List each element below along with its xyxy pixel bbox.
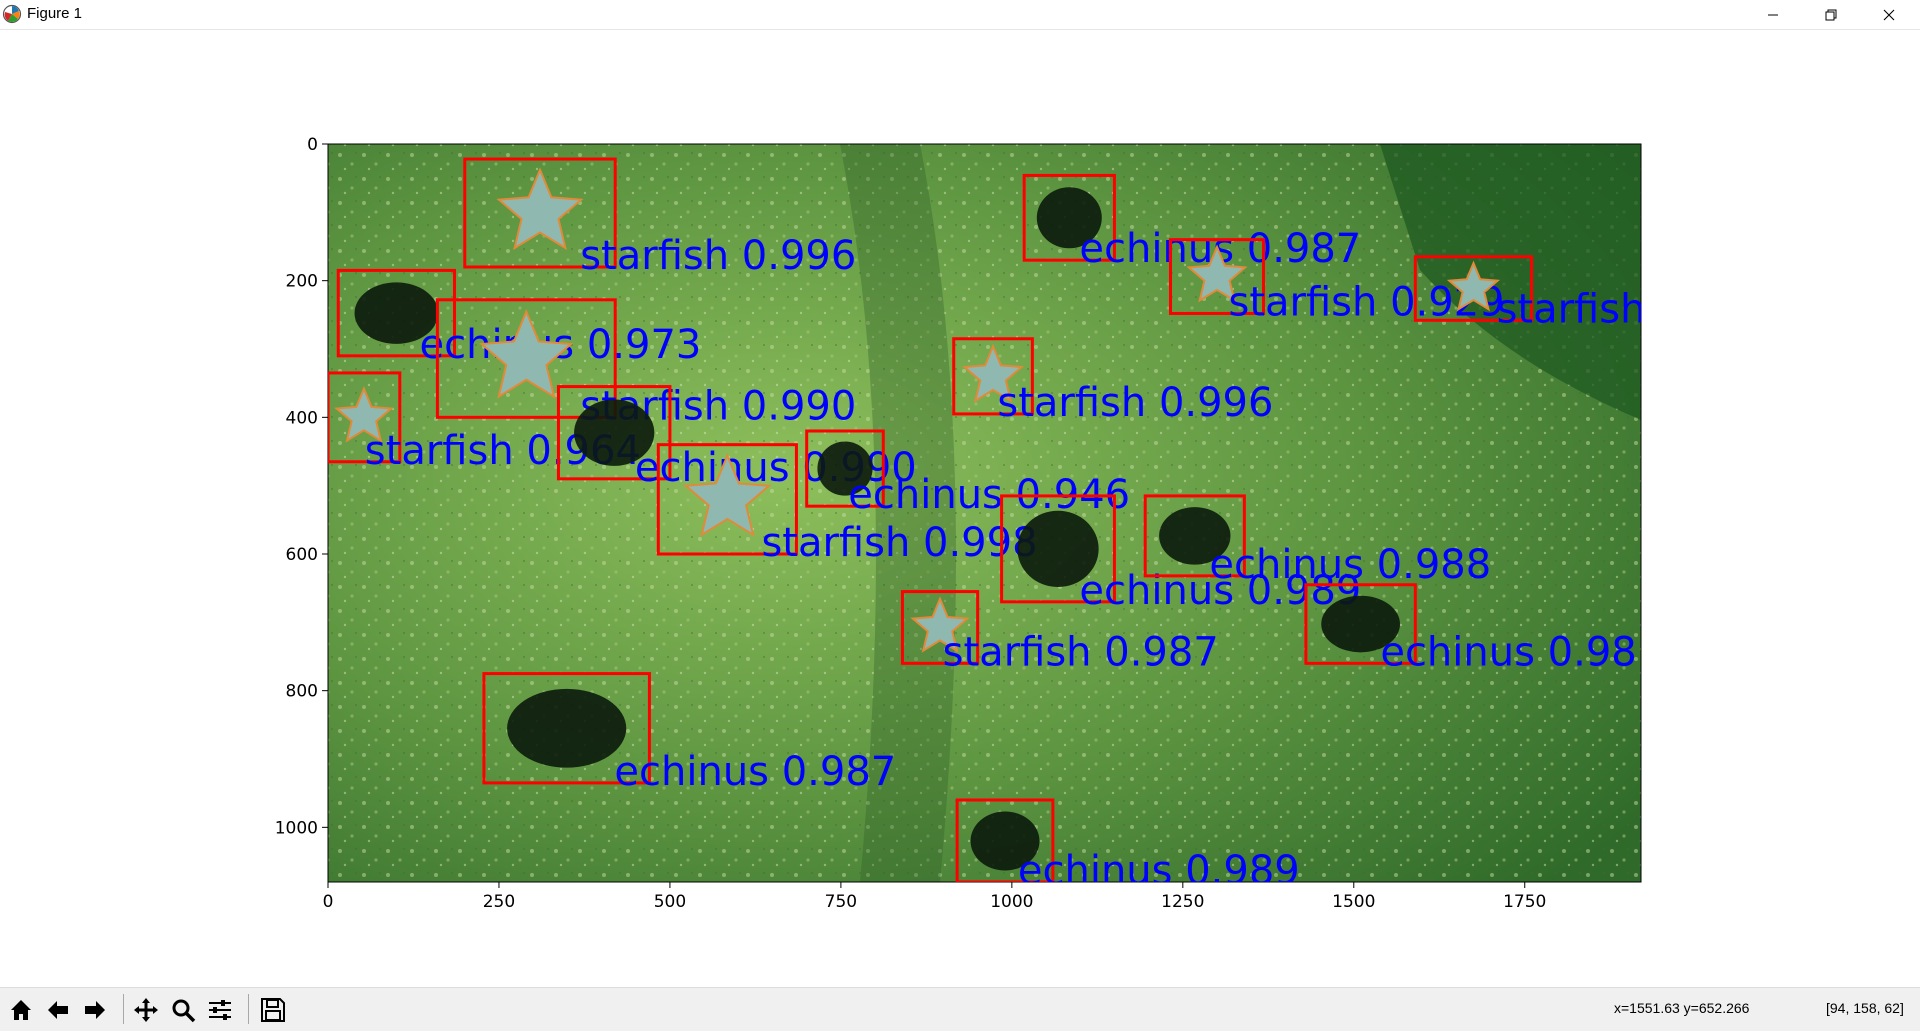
- arrow-right-icon: [85, 1001, 105, 1019]
- figure-canvas[interactable]: 0 250 500 750 1000 1250 1500 1750 0 200 400 600 800…: [0, 30, 1920, 987]
- restore-icon: [1825, 9, 1837, 20]
- x-tick-label: 1250: [1161, 892, 1204, 912]
- navigation-toolbar: x=1551.63 y=652.266 [94, 158, 62]: [0, 987, 1920, 1031]
- x-tick-label: 1750: [1503, 892, 1546, 912]
- x-tick-label: 1000: [990, 892, 1033, 912]
- forward-button[interactable]: [78, 993, 112, 1027]
- minimize-button[interactable]: [1744, 0, 1802, 29]
- x-tick-label: 500: [654, 892, 686, 912]
- detection-label: echinus 0.987: [614, 749, 896, 795]
- sea-urchin: [507, 688, 627, 768]
- detection-label: starfish 0.998: [761, 520, 1037, 566]
- move-icon: [134, 998, 158, 1022]
- pan-button[interactable]: [129, 993, 163, 1027]
- toolbar-separator: [123, 994, 124, 1024]
- close-button[interactable]: [1860, 0, 1918, 29]
- y-tick-label: 800: [286, 682, 318, 702]
- back-button[interactable]: [41, 993, 75, 1027]
- x-tick-label: 1500: [1332, 892, 1375, 912]
- home-icon: [11, 1000, 31, 1020]
- y-tick-label: 400: [286, 408, 318, 428]
- x-axis: 0 250 500 750 1000 1250 1500 1750: [323, 882, 1546, 912]
- detection-label: starfish 0.987: [943, 629, 1219, 675]
- sliders-icon: [209, 1000, 231, 1020]
- x-tick-label: 0: [323, 892, 334, 912]
- configure-subplots-button[interactable]: [203, 993, 237, 1027]
- matplotlib-logo-icon: [2, 4, 22, 24]
- arrow-left-icon: [48, 1001, 68, 1019]
- y-tick-label: 0: [307, 135, 318, 155]
- save-button[interactable]: [256, 993, 290, 1027]
- cursor-coordinates: x=1551.63 y=652.266: [1614, 1000, 1750, 1016]
- y-tick-label: 600: [286, 545, 318, 565]
- toolbar-separator: [248, 994, 249, 1024]
- detection-label: echinus 0.98: [1380, 629, 1636, 675]
- detection-label: starfish 0.996: [580, 233, 856, 279]
- detection-label: starfish: [1497, 286, 1646, 332]
- window-title: Figure 1: [27, 5, 83, 22]
- close-icon: [1883, 9, 1895, 20]
- y-tick-label: 200: [286, 272, 318, 292]
- minimize-icon: [1768, 14, 1778, 15]
- x-tick-label: 750: [825, 892, 857, 912]
- zoom-button[interactable]: [166, 993, 200, 1027]
- detection-label: starfish 0.996: [997, 380, 1273, 426]
- home-button[interactable]: [4, 993, 38, 1027]
- x-tick-label: 250: [483, 892, 515, 912]
- plot-area: 0 250 500 750 1000 1250 1500 1750 0 200 400 600 800…: [275, 135, 1646, 912]
- restore-button[interactable]: [1802, 0, 1860, 29]
- detection-label: echinus 0.989: [1018, 848, 1300, 894]
- y-tick-label: 1000: [275, 818, 318, 838]
- y-axis: 0 200 400 600 800 1000: [275, 135, 328, 838]
- floppy-disk-icon: [261, 998, 285, 1022]
- magnifier-icon: [172, 999, 196, 1023]
- pixel-value-readout: [94, 158, 62]: [1826, 1000, 1904, 1016]
- title-bar: Figure 1: [0, 0, 1920, 30]
- detection-label: echinus 0.988: [1209, 542, 1491, 588]
